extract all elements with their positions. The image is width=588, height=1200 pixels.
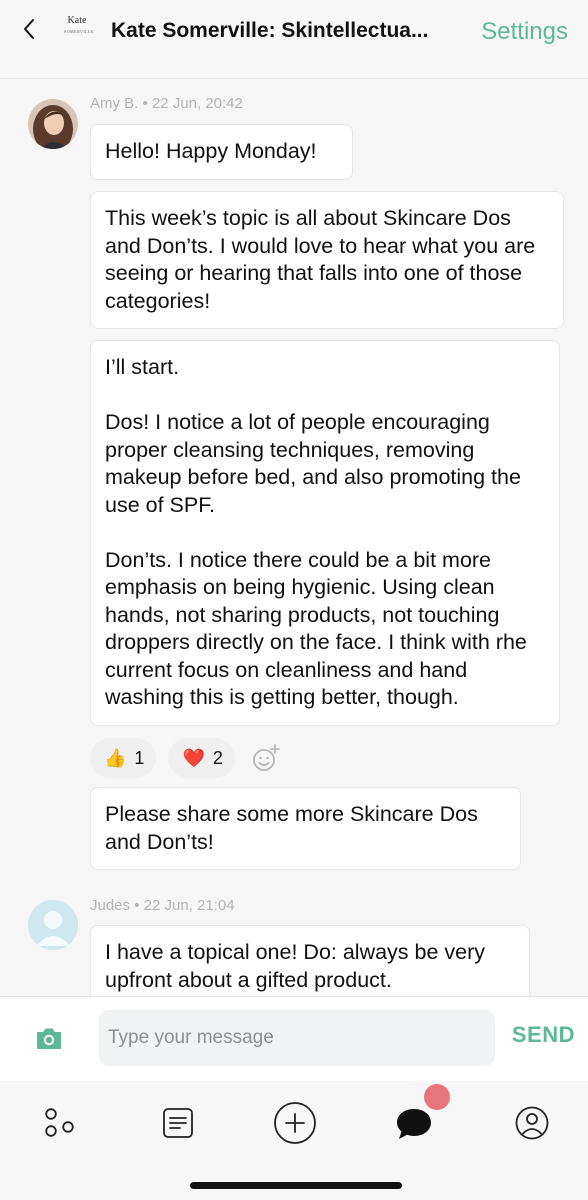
message-list[interactable]: Amy B. • 22 Jun, 20:42 Hello! Happy Mond… — [0, 79, 588, 996]
message-text: This week’s topic is all about Skincare … — [105, 206, 536, 313]
chat-title: Kate Somerville: Skintellectua... — [111, 19, 429, 42]
reaction-heart[interactable]: ❤️ 2 — [168, 738, 235, 778]
explore-icon — [45, 1108, 74, 1137]
heart-emoji: ❤️ — [182, 747, 205, 768]
notification-badge — [424, 1084, 450, 1110]
message-text: I’ll start. — [105, 355, 180, 379]
chat-icon — [397, 1109, 431, 1139]
avatar[interactable] — [28, 99, 78, 149]
meta-separator: • — [142, 95, 152, 112]
message-composer: SEND — [0, 996, 588, 1082]
author-name: Amy B. — [90, 95, 139, 112]
reaction-count: 1 — [134, 747, 145, 768]
message-timestamp: 22 Jun, 20:42 — [151, 95, 243, 112]
camera-icon[interactable] — [34, 1023, 64, 1053]
tab-profile[interactable] — [510, 1101, 554, 1145]
avatar[interactable] — [28, 900, 78, 950]
author-name: Judes — [90, 897, 131, 914]
chevron-left-icon — [24, 19, 34, 39]
reaction-count: 2 — [212, 747, 223, 768]
message-bubble[interactable]: Hello! Happy Monday! — [90, 124, 353, 180]
reaction-thumbs-up[interactable]: 👍 1 — [90, 738, 157, 778]
message-bubble[interactable]: I’ll start. Dos! I notice a lot of peopl… — [90, 340, 560, 726]
chat-header: Kate SOMERVILLE Kate Somerville: Skintel… — [0, 0, 588, 79]
back-button[interactable] — [16, 16, 42, 42]
meta-separator: • — [134, 897, 144, 914]
profile-icon — [515, 1106, 549, 1140]
message-text: Please share some more Skincare Dos and … — [105, 802, 478, 854]
message-text: Dos! I notice a lot of people encouragin… — [105, 410, 521, 517]
add-reaction-icon[interactable] — [251, 743, 281, 773]
message-bubble[interactable]: I have a topical one! Do: always be very… — [90, 925, 530, 996]
send-button[interactable]: SEND — [512, 1022, 575, 1048]
settings-button[interactable]: Settings — [481, 16, 568, 48]
tab-create[interactable] — [273, 1101, 317, 1145]
message-text: I have a topical one! Do: always be very… — [105, 940, 486, 992]
message-text: Don’ts. I notice there could be a bit mo… — [105, 547, 527, 710]
home-indicator[interactable] — [190, 1182, 402, 1189]
default-avatar-icon — [28, 900, 78, 950]
feed-icon — [163, 1108, 193, 1138]
message-text: Hello! Happy Monday! — [105, 139, 317, 163]
group-logo: Kate SOMERVILLE — [64, 15, 95, 42]
thumbs-up-emoji: 👍 — [104, 747, 127, 768]
message-input[interactable] — [99, 1010, 495, 1066]
message-bubble[interactable]: This week’s topic is all about Skincare … — [90, 191, 564, 329]
group-logo-subtext: SOMERVILLE — [64, 29, 95, 34]
message-bubble[interactable]: Please share some more Skincare Dos and … — [90, 787, 521, 870]
message-meta: Judes • 22 Jun, 21:04 — [90, 897, 235, 914]
message-timestamp: 22 Jun, 21:04 — [143, 897, 235, 914]
tab-explore[interactable] — [37, 1101, 81, 1145]
tab-feed[interactable] — [156, 1101, 200, 1145]
message-meta: Amy B. • 22 Jun, 20:42 — [90, 95, 243, 112]
reaction-bar: 👍 1 ❤️ 2 — [90, 738, 281, 778]
create-icon — [274, 1102, 316, 1144]
group-logo-text: Kate — [67, 15, 87, 26]
